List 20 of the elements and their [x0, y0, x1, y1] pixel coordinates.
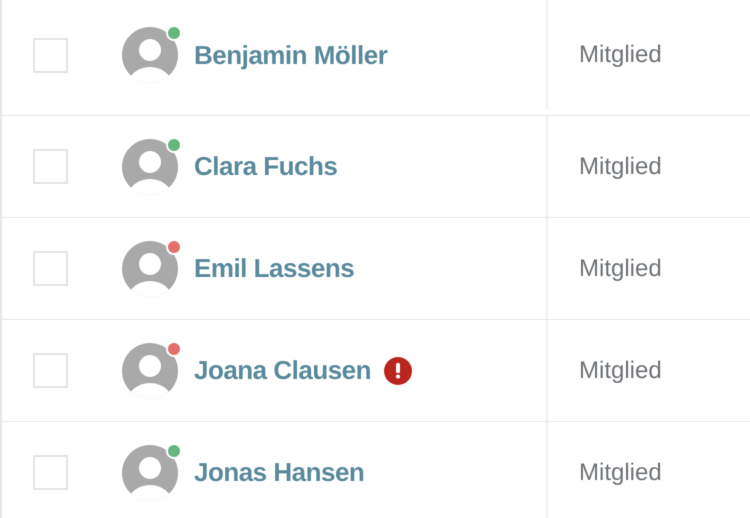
row-checkbox[interactable] — [33, 149, 68, 184]
row-checkbox[interactable] — [33, 353, 68, 388]
member-name-link[interactable]: Joana Clausen — [194, 351, 372, 390]
row-checkbox[interactable] — [33, 455, 68, 490]
avatar-icon — [122, 240, 178, 296]
member-name-link[interactable]: Clara Fuchs — [194, 147, 338, 186]
member-name-link[interactable]: Benjamin Möller — [194, 36, 388, 74]
role-text: Mitglied — [579, 458, 662, 488]
member-name-link[interactable]: Jonas Hansen — [194, 453, 364, 492]
role-text: Mitglied — [579, 40, 662, 70]
row-checkbox[interactable] — [33, 38, 68, 72]
avatar-icon — [122, 27, 178, 83]
avatar-icon — [122, 342, 178, 398]
role-text: Mitglied — [579, 254, 662, 284]
row-checkbox[interactable] — [33, 251, 68, 286]
avatar-icon — [122, 444, 178, 500]
role-text: Mitglied — [579, 356, 662, 386]
member-name-link[interactable]: Emil Lassens — [194, 249, 354, 288]
avatar-icon — [122, 138, 178, 194]
role-text: Mitglied — [579, 152, 662, 182]
